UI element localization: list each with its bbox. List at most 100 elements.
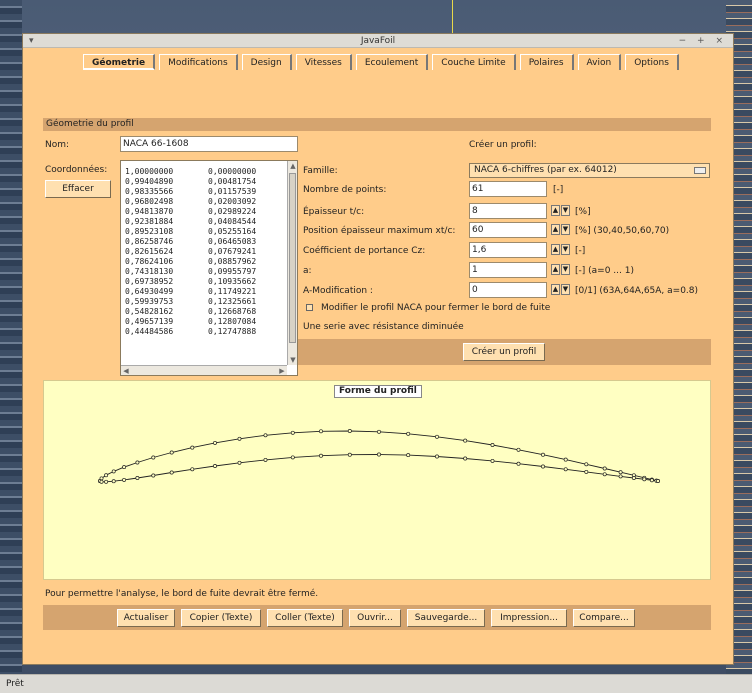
compare-button[interactable]: Compare...: [573, 609, 635, 627]
tab-options[interactable]: Options: [625, 54, 679, 70]
profile-point: [347, 429, 352, 433]
profile-point: [347, 452, 352, 457]
max-thickness-position-spinner[interactable]: ▲ ▼: [551, 224, 571, 235]
thickness-down-icon[interactable]: ▼: [561, 205, 570, 216]
y-coordinate: 0,00000000: [208, 167, 257, 176]
window-controls[interactable]: − + ×: [679, 34, 727, 48]
profile-point: [406, 453, 411, 458]
max-thickness-position-up-icon[interactable]: ▲: [551, 224, 560, 235]
scroll-up-icon[interactable]: ▲: [288, 161, 297, 171]
profile-point: [319, 429, 323, 434]
profile-point: [584, 469, 589, 474]
tab-avion[interactable]: Avion: [577, 54, 622, 70]
scroll-left-icon[interactable]: ◀: [121, 366, 131, 375]
coordinates-list[interactable]: 1,00000000 0,00000000 0,99404890 0,00481754…: [120, 160, 298, 376]
y-coordinate: 0,08857962: [208, 257, 257, 266]
horizontal-scrollbar[interactable]: ◀ ▶: [121, 365, 287, 375]
title-bar[interactable]: ▾ JavaFoil − + ×: [23, 34, 733, 48]
y-coordinate: 0,00481754: [208, 177, 257, 186]
profile-point: [618, 474, 623, 479]
tab-ecoulement[interactable]: Ecoulement: [355, 54, 429, 70]
profile-point: [584, 462, 589, 467]
profile-point: [169, 450, 174, 455]
family-select-value: NACA 6-chiffres (par ex. 64012): [474, 165, 617, 175]
lift-coefficient-spinner[interactable]: ▲ ▼: [551, 244, 571, 255]
a-modification-down-icon[interactable]: ▼: [561, 284, 570, 295]
x-coordinate: 0,92381884: [125, 217, 174, 226]
close-trailing-edge-checkbox[interactable]: [306, 304, 313, 311]
profile-point: [516, 447, 521, 452]
profile-point: [213, 464, 217, 468]
print-button[interactable]: Impression...: [491, 609, 567, 627]
tab-polaires[interactable]: Polaires: [519, 54, 574, 70]
a-modification-field[interactable]: 0: [469, 282, 547, 298]
scroll-down-icon[interactable]: ▼: [288, 355, 297, 365]
max-thickness-position-field[interactable]: 60: [469, 222, 547, 238]
profile-point: [541, 452, 545, 457]
max-thickness-position-label: Position épaisseur maximum xt/c:: [303, 226, 456, 236]
profile-point: [319, 453, 323, 458]
tab-bar: Géometrie Modifications Design Vitesses …: [83, 54, 683, 72]
profile-point: [190, 467, 195, 472]
scroll-right-icon[interactable]: ▶: [277, 366, 287, 375]
x-coordinate: 0,54828162: [125, 307, 174, 316]
y-coordinate: 0,02003092: [208, 197, 257, 206]
profile-point: [377, 429, 381, 434]
create-profile-title: Créer un profil:: [469, 140, 537, 150]
update-button[interactable]: Actualiser: [117, 609, 175, 627]
y-coordinate: 0,04084544: [208, 217, 257, 226]
clear-button[interactable]: Effacer: [45, 180, 111, 198]
lift-coefficient-field[interactable]: 1,6: [469, 242, 547, 258]
vertical-scroll-thumb[interactable]: [289, 173, 296, 343]
a-down-icon[interactable]: ▼: [561, 264, 570, 275]
open-button[interactable]: Ouvrir...: [349, 609, 401, 627]
window-title: JavaFoil: [360, 36, 396, 46]
lift-coefficient-up-icon[interactable]: ▲: [551, 244, 560, 255]
a-modification-spinner[interactable]: ▲ ▼: [551, 284, 571, 295]
x-coordinate: 0,82615624: [125, 247, 174, 256]
vertical-scrollbar[interactable]: ▲ ▼: [287, 161, 297, 365]
points-field[interactable]: 61: [469, 181, 547, 197]
dropdown-arrow-icon[interactable]: [694, 167, 706, 174]
name-label: Nom:: [45, 140, 70, 150]
x-coordinate: 0,59939753: [125, 297, 174, 306]
profile-point: [435, 434, 439, 439]
name-field[interactable]: NACA 66-1608: [120, 136, 298, 152]
tab-modifications[interactable]: Modifications: [159, 54, 238, 70]
tab-couche-limite[interactable]: Couche Limite: [432, 54, 516, 70]
copy-text-button[interactable]: Copier (Texte): [181, 609, 261, 627]
airfoil-curve: [98, 429, 660, 484]
desktop-left-edge: [0, 0, 22, 693]
a-up-icon[interactable]: ▲: [551, 264, 560, 275]
a-modification-up-icon[interactable]: ▲: [551, 284, 560, 295]
tab-vitesses[interactable]: Vitesses: [295, 54, 352, 70]
paste-text-button[interactable]: Coller (Texte): [267, 609, 343, 627]
thickness-spinner[interactable]: ▲ ▼: [551, 205, 571, 216]
thickness-field[interactable]: 8: [469, 203, 547, 219]
family-select[interactable]: NACA 6-chiffres (par ex. 64012): [469, 163, 710, 178]
x-coordinate: 0,69738952: [125, 277, 174, 286]
profile-point: [237, 460, 242, 465]
profile-point: [463, 456, 468, 461]
a-field[interactable]: 1: [469, 262, 547, 278]
a-spinner[interactable]: ▲ ▼: [551, 264, 571, 275]
coordinate-row: 0,96802498 0,02003092: [121, 197, 287, 207]
save-button[interactable]: Sauvegarde...: [407, 609, 485, 627]
profile-plot: Forme du profil: [43, 380, 711, 580]
tab-geometrie[interactable]: Géometrie: [83, 54, 156, 70]
profile-point: [104, 479, 109, 484]
window-menu-icon[interactable]: ▾: [29, 34, 34, 48]
action-bar: Actualiser Copier (Texte) Coller (Texte)…: [43, 605, 711, 630]
coordinate-row: 0,54828162 0,12668768: [121, 307, 287, 317]
profile-point: [135, 460, 140, 465]
trailing-edge-warning: Pour permettre l'analyse, le bord de fui…: [45, 589, 319, 599]
lift-coefficient-down-icon[interactable]: ▼: [561, 244, 570, 255]
lift-coefficient-label: Coéfficient de portance Cz:: [303, 246, 426, 256]
create-profile-button[interactable]: Créer un profil: [463, 343, 545, 361]
tab-design[interactable]: Design: [241, 54, 292, 70]
thickness-up-icon[interactable]: ▲: [551, 205, 560, 216]
profile-point: [104, 473, 109, 478]
max-thickness-position-down-icon[interactable]: ▼: [561, 224, 570, 235]
x-coordinate: 0,89523108: [125, 227, 174, 236]
profile-point: [463, 438, 468, 443]
